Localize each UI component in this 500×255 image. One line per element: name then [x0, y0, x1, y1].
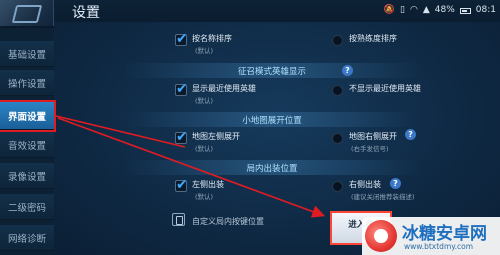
sidebar-item-replay[interactable]: 录像设置 — [0, 163, 54, 189]
map-right-hint: (右手发信号) — [351, 145, 389, 153]
battery-icon — [459, 8, 471, 14]
equip-right-label: 右侧出装 — [349, 180, 381, 189]
sidebar: 基础设置 操作设置 界面设置 音效设置 录像设置 二级密码 网络诊断 — [0, 28, 56, 255]
mute-icon: 🔕 — [383, 5, 396, 15]
status-bar: 设置 🔕 ▯ ◠ ▲ 48% 08:1 — [0, 0, 500, 22]
map-left-label: 地图左侧展开 — [192, 132, 240, 141]
map-left-default: (默认) — [195, 145, 214, 153]
sort-by-name-default: (默认) — [195, 47, 214, 55]
sidebar-item-basic[interactable]: 基础设置 — [0, 41, 54, 67]
equip-right-hint: (建议关闭推荐装描述) — [351, 193, 415, 201]
map-right-radio[interactable] — [332, 133, 343, 144]
map-right-label: 地图右侧展开 — [349, 132, 397, 141]
sidebar-item-controls[interactable]: 操作设置 — [0, 70, 54, 96]
minimap-help-icon[interactable]: ? — [405, 129, 416, 140]
map-left-checkbox[interactable] — [175, 129, 188, 145]
battery-percent: 48% — [434, 5, 455, 15]
sidebar-item-network[interactable]: 网络诊断 — [0, 225, 54, 251]
vibrate-icon: ▯ — [400, 5, 405, 15]
sidebar-item-interface[interactable]: 界面设置 — [0, 100, 56, 132]
equip-left-label: 左侧出装 — [192, 180, 224, 189]
clock: 08:1 — [475, 5, 496, 15]
sidebar-item-password[interactable]: 二级密码 — [0, 194, 54, 220]
sidebar-item-sound[interactable]: 音效设置 — [0, 132, 54, 158]
equip-right-radio[interactable] — [332, 181, 343, 192]
hide-recent-hero-radio[interactable] — [332, 85, 343, 96]
hide-recent-hero-label: 不显示最近使用英雄 — [349, 84, 421, 93]
system-status-icons: 🔕 ▯ ◠ ▲ 48% 08:1 — [384, 4, 496, 16]
summon-section-header: 征召模式英雄显示 — [124, 63, 420, 78]
sort-by-name-label: 按名称排序 — [192, 34, 232, 43]
show-recent-hero-default: (默认) — [195, 97, 214, 105]
phone-layout-icon — [172, 213, 185, 226]
sort-by-proficiency-radio[interactable] — [332, 35, 343, 46]
watermark-url: www.btxtdmy.com — [404, 242, 474, 251]
page-title: 设置 — [72, 5, 100, 21]
sort-by-name-checkbox[interactable] — [175, 31, 188, 47]
signal-icon: ▲ — [422, 5, 430, 15]
custom-keys-label: 自定义局内按键位置 — [192, 217, 264, 226]
watermark: 冰糖安卓网 www.btxtdmy.com — [362, 217, 500, 255]
wifi-icon: ◠ — [409, 5, 418, 15]
show-recent-hero-checkbox[interactable] — [175, 81, 188, 97]
sort-by-proficiency-label: 按熟练度排序 — [349, 34, 397, 43]
equip-section-header: 局内出装位置 — [124, 160, 420, 175]
equip-left-checkbox[interactable] — [175, 177, 188, 193]
equip-help-icon[interactable]: ? — [390, 178, 401, 189]
watermark-title: 冰糖安卓网 — [402, 224, 487, 244]
back-logo-button[interactable] — [0, 0, 54, 26]
equip-left-default: (默认) — [195, 193, 214, 201]
summon-help-icon[interactable]: ? — [342, 65, 353, 76]
watermark-logo-icon — [365, 220, 397, 252]
minimap-section-header: 小地图展开位置 — [124, 112, 420, 127]
show-recent-hero-label: 显示最近使用英雄 — [192, 84, 256, 93]
